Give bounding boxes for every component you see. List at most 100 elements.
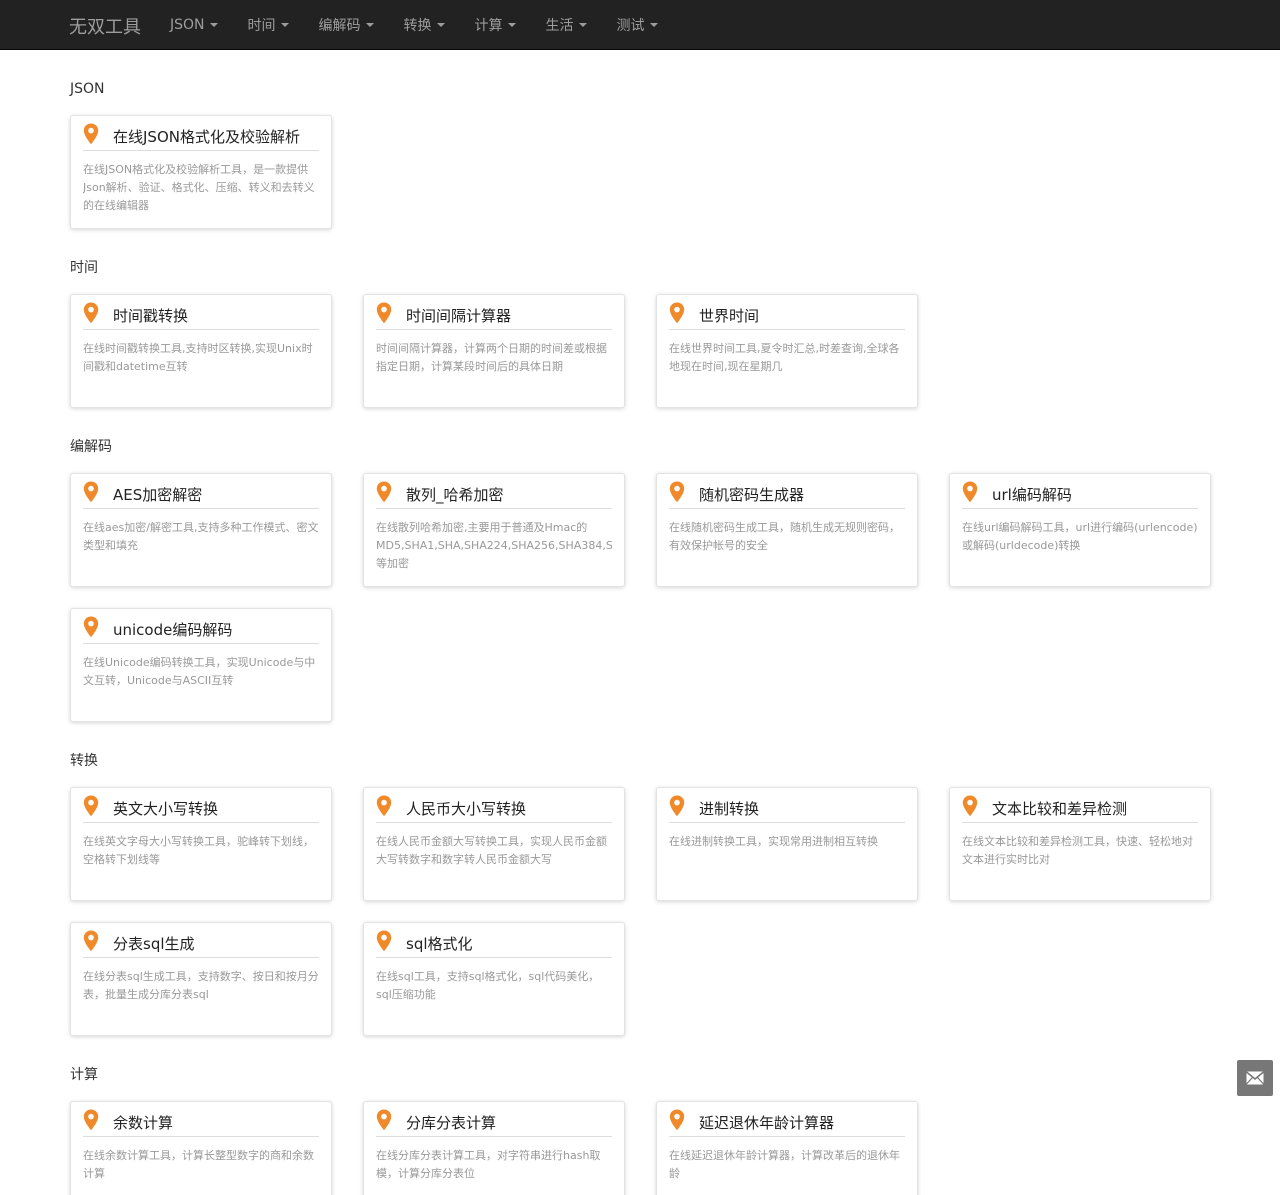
map-pin-icon xyxy=(669,481,685,503)
tool-card[interactable]: 散列_哈希加密在线散列哈希加密,主要用于普通及Hmac的MD5,SHA1,SHA… xyxy=(363,473,625,587)
caret-down-icon xyxy=(578,23,587,27)
map-pin-icon xyxy=(376,1109,392,1131)
card-header: 进制转换 xyxy=(669,795,905,823)
card-title[interactable]: 在线JSON格式化及校验解析 xyxy=(113,126,300,147)
map-pin-icon xyxy=(376,930,392,952)
card-grid: 时间戳转换 在线时间戳转换工具,支持时区转换,实现Unix时间戳和datetime… xyxy=(70,294,1240,408)
map-pin-icon xyxy=(83,481,99,503)
card-title[interactable]: 文本比较和差异检测 xyxy=(992,798,1127,819)
envelope-icon xyxy=(1246,1071,1264,1085)
card-title[interactable]: 延迟退休年龄计算器 xyxy=(699,1112,834,1133)
card-description: 在线JSON格式化及校验解析工具，是一款提供Json解析、验证、格式化、压缩、转… xyxy=(83,163,315,212)
nav-item-0[interactable]: JSON xyxy=(155,0,233,50)
card-title[interactable]: 余数计算 xyxy=(113,1112,173,1133)
map-pin-icon xyxy=(669,795,685,817)
card-grid: 余数计算 在线余数计算工具，计算长整型数字的商和余数计算 分库分表计算 在线分库分表计… xyxy=(70,1101,1240,1195)
section-title: 转换 xyxy=(70,753,98,769)
card-title[interactable]: 世界时间 xyxy=(699,305,759,326)
nav-item-2[interactable]: 编解码 xyxy=(304,0,389,50)
tool-card[interactable]: 延迟退休年龄计算器 在线延迟退休年龄计算器，计算改革后的退休年龄 xyxy=(656,1101,918,1195)
card-header: url编码解码 xyxy=(962,481,1198,509)
card-title[interactable]: unicode编码解码 xyxy=(113,619,232,640)
tool-card[interactable]: AES加密解密在线aes加密/解密工具,支持多种工作模式、密文类型和填充 xyxy=(70,473,332,587)
map-pin-icon xyxy=(376,302,392,324)
tool-card[interactable]: unicode编码解码在线Unicode编码转换工具，实现Unicode与中文互… xyxy=(70,608,332,722)
card-header: 英文大小写转换 xyxy=(83,795,319,823)
nav-item-label: 计算 xyxy=(474,18,503,34)
card-title[interactable]: 人民币大小写转换 xyxy=(406,798,526,819)
nav-item-1[interactable]: 时间 xyxy=(233,0,304,50)
card-header: 时间间隔计算器 xyxy=(376,302,612,330)
feedback-button[interactable] xyxy=(1237,1060,1273,1096)
tool-card[interactable]: 英文大小写转换在线英文字母大小写转换工具，驼峰转下划线，空格转下划线等 xyxy=(70,787,332,901)
card-header: 人民币大小写转换 xyxy=(376,795,612,823)
card-description: 在线人民币金额大写转换工具，实现人民币金额大写转数字和数字转人民币金额大写 xyxy=(376,835,607,866)
card-header: 余数计算 xyxy=(83,1109,319,1137)
card-grid: AES加密解密 在线aes加密/解密工具,支持多种工作模式、密文类型和填充 散列_哈… xyxy=(70,473,1240,722)
section: 编解码 AES加密解密 在线aes加密/解密工具,支持多种工作模式、密文类型和填充散… xyxy=(70,438,1280,722)
nav-item-label: 生活 xyxy=(545,18,574,34)
nav-item-5[interactable]: 生活 xyxy=(531,0,602,50)
card-header: 分表sql生成 xyxy=(83,930,319,958)
map-pin-icon xyxy=(83,123,99,145)
map-pin-icon xyxy=(669,302,685,324)
tool-card[interactable]: 时间间隔计算器 时间间隔计算器，计算两个日期的时间差或根据指定日期，计算某段时间后… xyxy=(363,294,625,408)
card-header: 分库分表计算 xyxy=(376,1109,612,1137)
tool-card[interactable]: 在线JSON格式化及校验解析在线JSON格式化及校验解析工具，是一款提供Json… xyxy=(70,115,332,229)
tool-card[interactable]: sql格式化 在线sql工具，支持sql格式化，sql代码美化，sql压缩功能 xyxy=(363,922,625,1036)
map-pin-icon xyxy=(376,795,392,817)
card-header: 随机密码生成器 xyxy=(669,481,905,509)
nav-item-3[interactable]: 转换 xyxy=(389,0,460,50)
card-header: unicode编码解码 xyxy=(83,616,319,644)
map-pin-icon xyxy=(83,930,99,952)
card-description: 在线aes加密/解密工具,支持多种工作模式、密文类型和填充 xyxy=(83,521,319,552)
card-description: 在线随机密码生成工具，随机生成无规则密码，有效保护帐号的安全 xyxy=(669,521,900,552)
card-title[interactable]: url编码解码 xyxy=(992,484,1072,505)
tool-card[interactable]: 世界时间 在线世界时间工具,夏令时汇总,时差查询,全球各地现在时间,现在星期几 xyxy=(656,294,918,408)
card-header: 时间戳转换 xyxy=(83,302,319,330)
card-description: 在线英文字母大小写转换工具，驼峰转下划线，空格转下划线等 xyxy=(83,835,314,866)
card-header: 世界时间 xyxy=(669,302,905,330)
nav-item-6[interactable]: 测试 xyxy=(602,0,673,50)
nav-item-4[interactable]: 计算 xyxy=(460,0,531,50)
card-title[interactable]: 随机密码生成器 xyxy=(699,484,804,505)
map-pin-icon xyxy=(83,795,99,817)
card-title[interactable]: sql格式化 xyxy=(406,933,473,954)
section-title: JSON xyxy=(70,81,105,97)
tool-card[interactable]: 时间戳转换 在线时间戳转换工具,支持时区转换,实现Unix时间戳和datetime… xyxy=(70,294,332,408)
section-title: 计算 xyxy=(70,1067,98,1083)
card-title[interactable]: 时间戳转换 xyxy=(113,305,188,326)
tool-card[interactable]: 人民币大小写转换在线人民币金额大写转换工具，实现人民币金额大写转数字和数字转人民… xyxy=(363,787,625,901)
caret-down-icon xyxy=(209,23,218,27)
tool-card[interactable]: url编码解码 在线url编码解码工具，url进行编码(urlencode)或解码… xyxy=(949,473,1211,587)
tool-card[interactable]: 分库分表计算在线分库分表计算工具，对字符串进行hash取模，计算分库分表位 xyxy=(363,1101,625,1195)
map-pin-icon xyxy=(962,481,978,503)
card-description: 在线散列哈希加密,主要用于普通及Hmac的MD5,SHA1,SHA,SHA224… xyxy=(376,521,612,570)
card-title[interactable]: 分库分表计算 xyxy=(406,1112,496,1133)
brand-logo[interactable]: 无双工具 xyxy=(69,13,141,39)
tool-card[interactable]: 文本比较和差异检测 在线文本比较和差异检测工具，快速、轻松地对文本进行实时比对 xyxy=(949,787,1211,901)
card-header: sql格式化 xyxy=(376,930,612,958)
caret-down-icon xyxy=(436,23,445,27)
section: 时间 时间戳转换 在线时间戳转换工具,支持时区转换,实现Unix时间戳和dateti… xyxy=(70,259,1280,408)
tool-card[interactable]: 随机密码生成器在线随机密码生成工具，随机生成无规则密码，有效保护帐号的安全 xyxy=(656,473,918,587)
card-header: AES加密解密 xyxy=(83,481,319,509)
card-title[interactable]: AES加密解密 xyxy=(113,484,202,505)
card-header: 延迟退休年龄计算器 xyxy=(669,1109,905,1137)
tool-card[interactable]: 进制转换 在线进制转换工具，实现常用进制相互转换 xyxy=(656,787,918,901)
card-grid: 英文大小写转换 在线英文字母大小写转换工具，驼峰转下划线，空格转下划线等 人民币大小… xyxy=(70,787,1240,1036)
card-title[interactable]: 散列_哈希加密 xyxy=(406,484,504,505)
card-title[interactable]: 英文大小写转换 xyxy=(113,798,218,819)
map-pin-icon xyxy=(83,302,99,324)
tool-card[interactable]: 余数计算 在线余数计算工具，计算长整型数字的商和余数计算 xyxy=(70,1101,332,1195)
card-title[interactable]: 分表sql生成 xyxy=(113,933,195,954)
card-title[interactable]: 进制转换 xyxy=(699,798,759,819)
section: 转换 英文大小写转换 在线英文字母大小写转换工具，驼峰转下划线，空格转下划线等 人民币… xyxy=(70,752,1280,1036)
card-description: 在线Unicode编码转换工具，实现Unicode与中文互转，Unicode与A… xyxy=(83,656,316,687)
tool-card[interactable]: 分表sql生成 在线分表sql生成工具，支持数字、按日和按月分表，批量生成分库分表… xyxy=(70,922,332,1036)
caret-down-icon xyxy=(280,23,289,27)
caret-down-icon xyxy=(507,23,516,27)
card-description: 在线分库分表计算工具，对字符串进行hash取模，计算分库分表位 xyxy=(376,1149,601,1180)
map-pin-icon xyxy=(376,481,392,503)
card-title[interactable]: 时间间隔计算器 xyxy=(406,305,511,326)
